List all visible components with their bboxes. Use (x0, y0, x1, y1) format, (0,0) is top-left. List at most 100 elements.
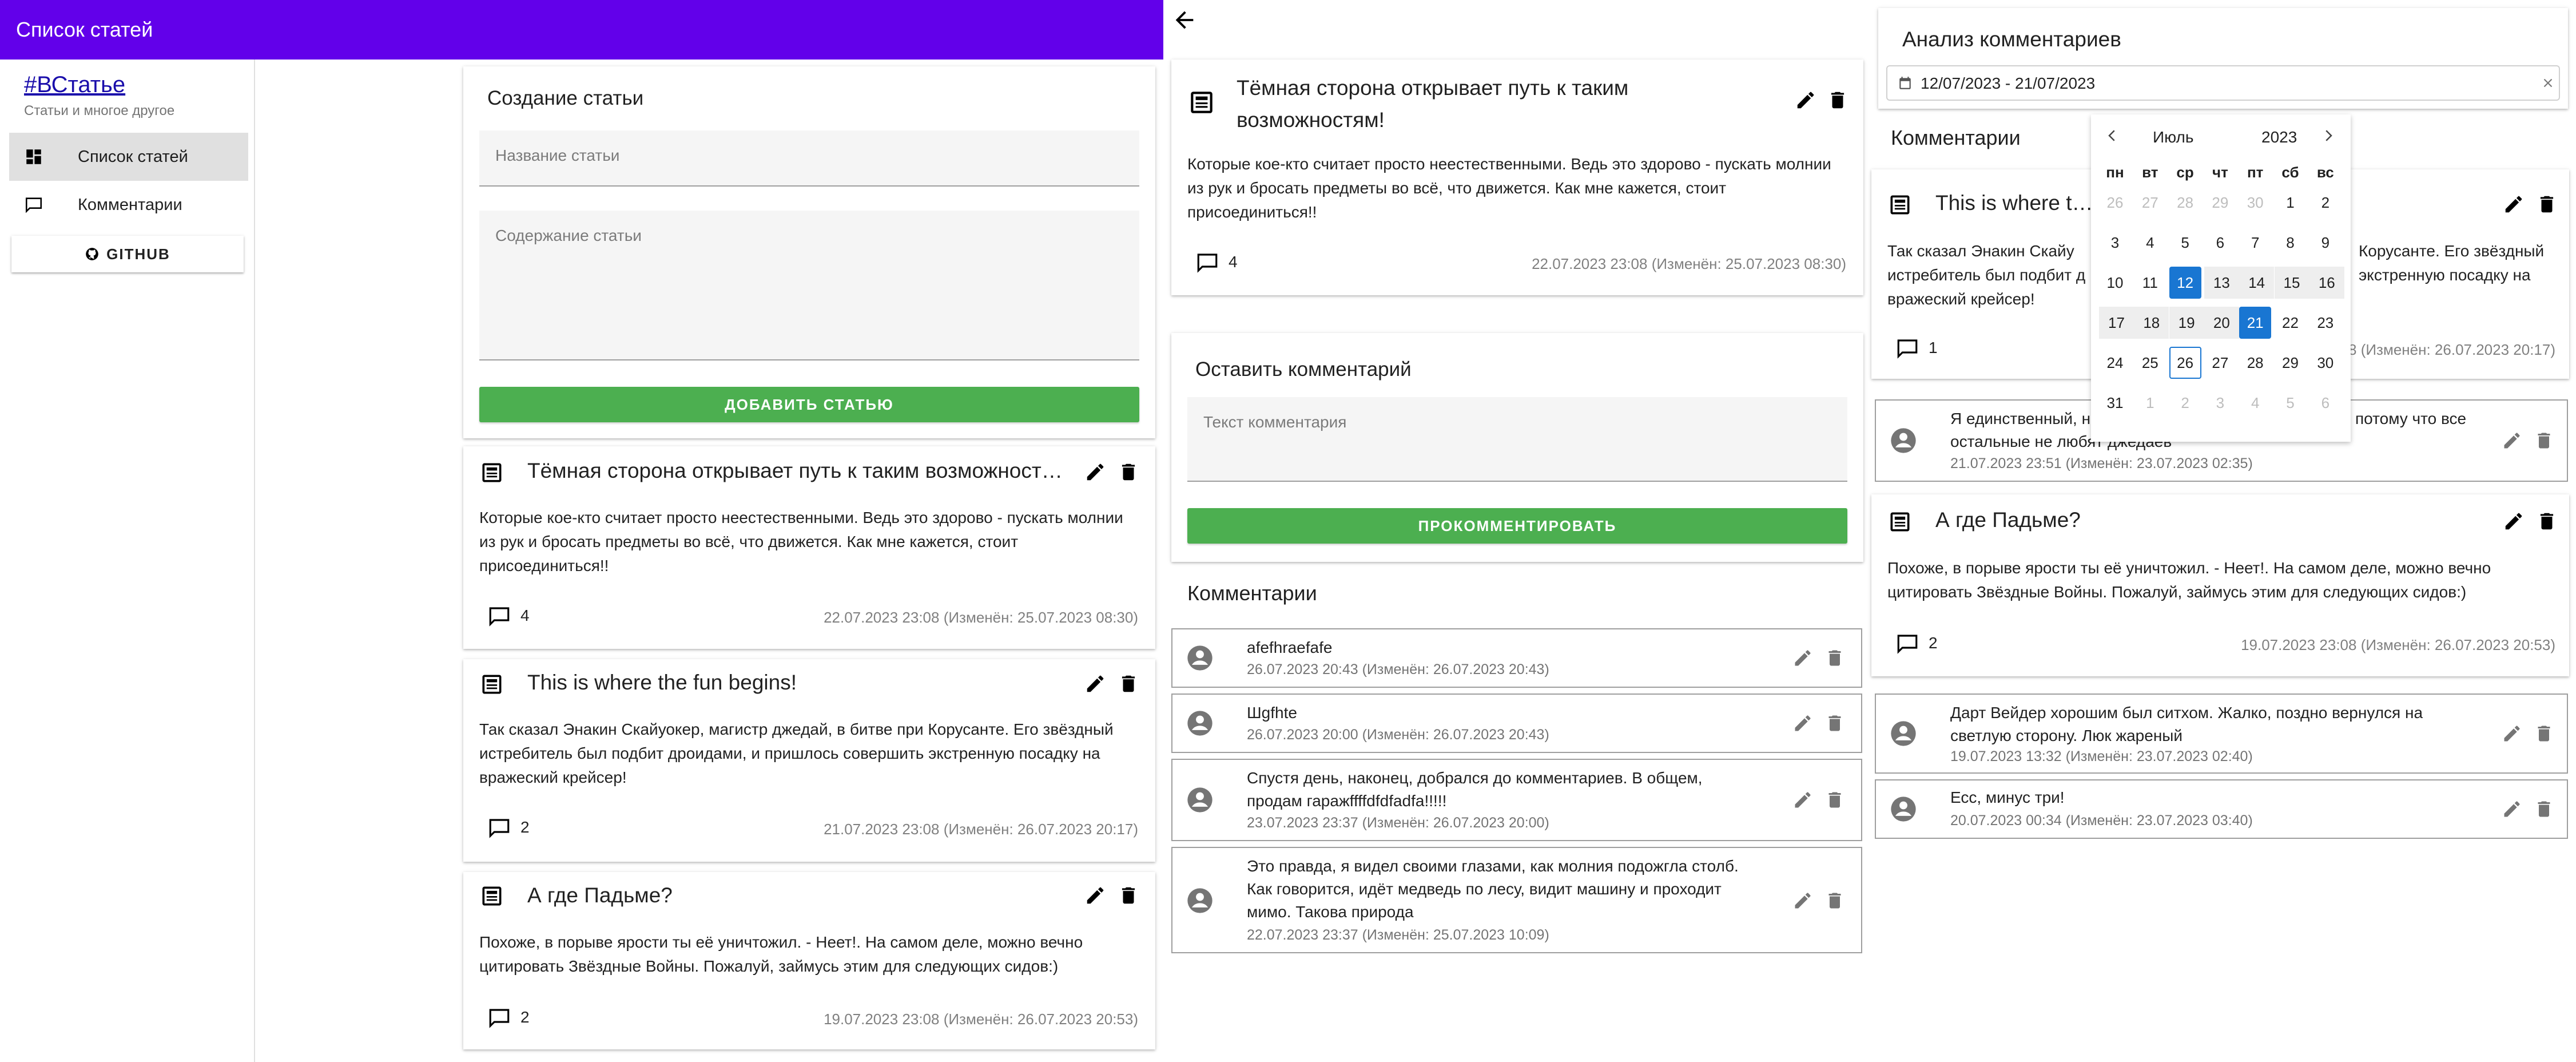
calendar-day[interactable]: 18 (2134, 307, 2169, 339)
next-month-icon[interactable] (2320, 127, 2337, 144)
article-content-placeholder: Содержание статьи (495, 227, 642, 244)
edit-icon[interactable] (1792, 713, 1813, 734)
article-content-input[interactable]: Содержание статьи (479, 211, 1139, 360)
delete-icon[interactable] (1824, 648, 1845, 668)
calendar-year[interactable]: 2023 (2261, 128, 2297, 146)
edit-icon[interactable] (1792, 790, 1813, 810)
calendar-day[interactable]: 3 (2099, 227, 2131, 259)
calendar-day[interactable]: 29 (2275, 347, 2307, 379)
delete-icon[interactable] (2534, 723, 2554, 744)
edit-icon[interactable] (2503, 193, 2525, 215)
calendar-day[interactable]: 4 (2134, 227, 2166, 259)
edit-icon[interactable] (1795, 89, 1816, 111)
weekday-header: пн (2106, 164, 2124, 181)
edit-icon[interactable] (1792, 648, 1813, 668)
calendar-day[interactable]: 17 (2099, 307, 2134, 339)
delete-icon[interactable] (1824, 890, 1845, 911)
article-card[interactable]: This is where the fun begins! Так сказал… (463, 659, 1155, 862)
delete-icon[interactable] (1118, 673, 1139, 695)
comment-item: Дарт Вейдер хорошим был ситхом. Жалко, п… (1875, 694, 2568, 774)
article-body-line: Так сказал Энакин Скайу (1887, 242, 2074, 260)
avatar-icon (1185, 785, 1215, 815)
add-article-button[interactable]: ДОБАВИТЬ СТАТЬЮ (479, 387, 1139, 422)
edit-icon[interactable] (1084, 461, 1106, 483)
calendar-day[interactable]: 2 (2309, 187, 2342, 219)
calendar-day[interactable]: 11 (2134, 267, 2166, 299)
edit-icon[interactable] (1792, 890, 1813, 911)
article-name-placeholder: Название статьи (495, 146, 620, 164)
calendar-day-selected[interactable]: 21 (2239, 307, 2272, 339)
calendar-day[interactable]: 22 (2275, 307, 2307, 339)
edit-icon[interactable] (2502, 723, 2522, 744)
comment-text-input[interactable]: Текст комментария (1187, 397, 1847, 482)
analysis-filter-card: Анализ комментариев 12/07/2023 - 21/07/2… (1878, 8, 2568, 109)
delete-icon[interactable] (1824, 790, 1845, 810)
calendar-day[interactable]: 1 (2275, 187, 2307, 219)
article-icon (479, 460, 504, 485)
article-card[interactable]: Тёмная сторона открывает путь к таким во… (463, 446, 1155, 649)
github-icon (85, 247, 106, 261)
calendar-day[interactable]: 25 (2134, 347, 2166, 379)
comment-text: Есс, минус три! (1950, 788, 2065, 806)
calendar-day[interactable]: 14 (2239, 267, 2275, 299)
edit-icon[interactable] (1084, 885, 1106, 906)
calendar-day[interactable]: 15 (2274, 267, 2309, 299)
article-body-line: истребитель был подбит д (1887, 266, 2086, 284)
delete-icon[interactable] (2536, 510, 2558, 532)
calendar-day[interactable]: 27 (2204, 347, 2236, 379)
calendar-day-selected[interactable]: 12 (2169, 267, 2201, 299)
calendar-day[interactable]: 31 (2099, 387, 2131, 419)
article-body-line: экстренную посадку на (2359, 266, 2531, 284)
prev-month-icon[interactable] (2104, 127, 2121, 144)
article-name-input[interactable]: Название статьи (479, 130, 1139, 187)
edit-icon[interactable] (2503, 510, 2525, 532)
delete-icon[interactable] (1118, 885, 1139, 906)
sidebar-item-articles[interactable]: Список статей (9, 133, 248, 181)
article-title: А где Падьме? (1935, 508, 2081, 532)
delete-icon[interactable] (1824, 713, 1845, 734)
leave-comment-card: Оставить комментарий Текст комментария П… (1171, 333, 1863, 562)
calendar-day[interactable]: 28 (2239, 347, 2271, 379)
calendar-day[interactable]: 13 (2204, 267, 2239, 299)
brand-link[interactable]: #ВСтатье (24, 72, 125, 98)
edit-icon[interactable] (2502, 430, 2522, 451)
article-icon (1887, 192, 1913, 217)
weekday-header: пт (2247, 164, 2264, 181)
calendar-day[interactable]: 23 (2309, 307, 2342, 339)
date-range-field[interactable]: 12/07/2023 - 21/07/2023 (1886, 65, 2560, 101)
clear-icon[interactable] (2541, 76, 2555, 90)
delete-icon[interactable] (2536, 193, 2558, 215)
calendar-day[interactable]: 9 (2309, 227, 2342, 259)
calendar-day[interactable]: 8 (2275, 227, 2307, 259)
calendar-day-today[interactable]: 26 (2169, 347, 2201, 379)
delete-icon[interactable] (1827, 89, 1848, 111)
sidebar-item-comments[interactable]: Комментарии (9, 181, 248, 229)
edit-icon[interactable] (1084, 673, 1106, 695)
delete-icon[interactable] (2534, 430, 2554, 451)
dashboard-icon (24, 147, 46, 167)
calendar-day[interactable]: 10 (2099, 267, 2131, 299)
calendar-day[interactable]: 30 (2309, 347, 2342, 379)
delete-icon[interactable] (1118, 461, 1139, 483)
calendar-day[interactable]: 19 (2169, 307, 2204, 339)
calendar-month[interactable]: Июль (2153, 128, 2193, 146)
article-icon (1887, 509, 1913, 534)
article-card[interactable]: А где Падьме? Похоже, в порыве ярости ты… (1871, 494, 2569, 676)
weekday-header: вс (2316, 164, 2334, 181)
github-button[interactable]: GITHUB (11, 236, 244, 272)
article-body: Похоже, в порыве ярости ты её уничтожил.… (1887, 559, 2491, 601)
calendar-day[interactable]: 24 (2099, 347, 2131, 379)
delete-icon[interactable] (2534, 799, 2554, 819)
submit-comment-button[interactable]: ПРОКОММЕНТИРОВАТЬ (1187, 508, 1847, 544)
article-body: Которые кое-кто считает просто неестеств… (1187, 155, 1831, 221)
edit-icon[interactable] (2502, 799, 2522, 819)
calendar-day[interactable]: 7 (2239, 227, 2271, 259)
back-arrow-icon[interactable] (1171, 7, 1198, 33)
comments-count: 2 (520, 818, 530, 836)
article-card[interactable]: А где Падьме? Похоже, в порыве ярости ты… (463, 872, 1155, 1049)
calendar-day: 1 (2146, 394, 2154, 411)
calendar-day[interactable]: 20 (2204, 307, 2239, 339)
calendar-day[interactable]: 16 (2309, 267, 2344, 299)
calendar-day[interactable]: 6 (2204, 227, 2236, 259)
calendar-day[interactable]: 5 (2169, 227, 2201, 259)
